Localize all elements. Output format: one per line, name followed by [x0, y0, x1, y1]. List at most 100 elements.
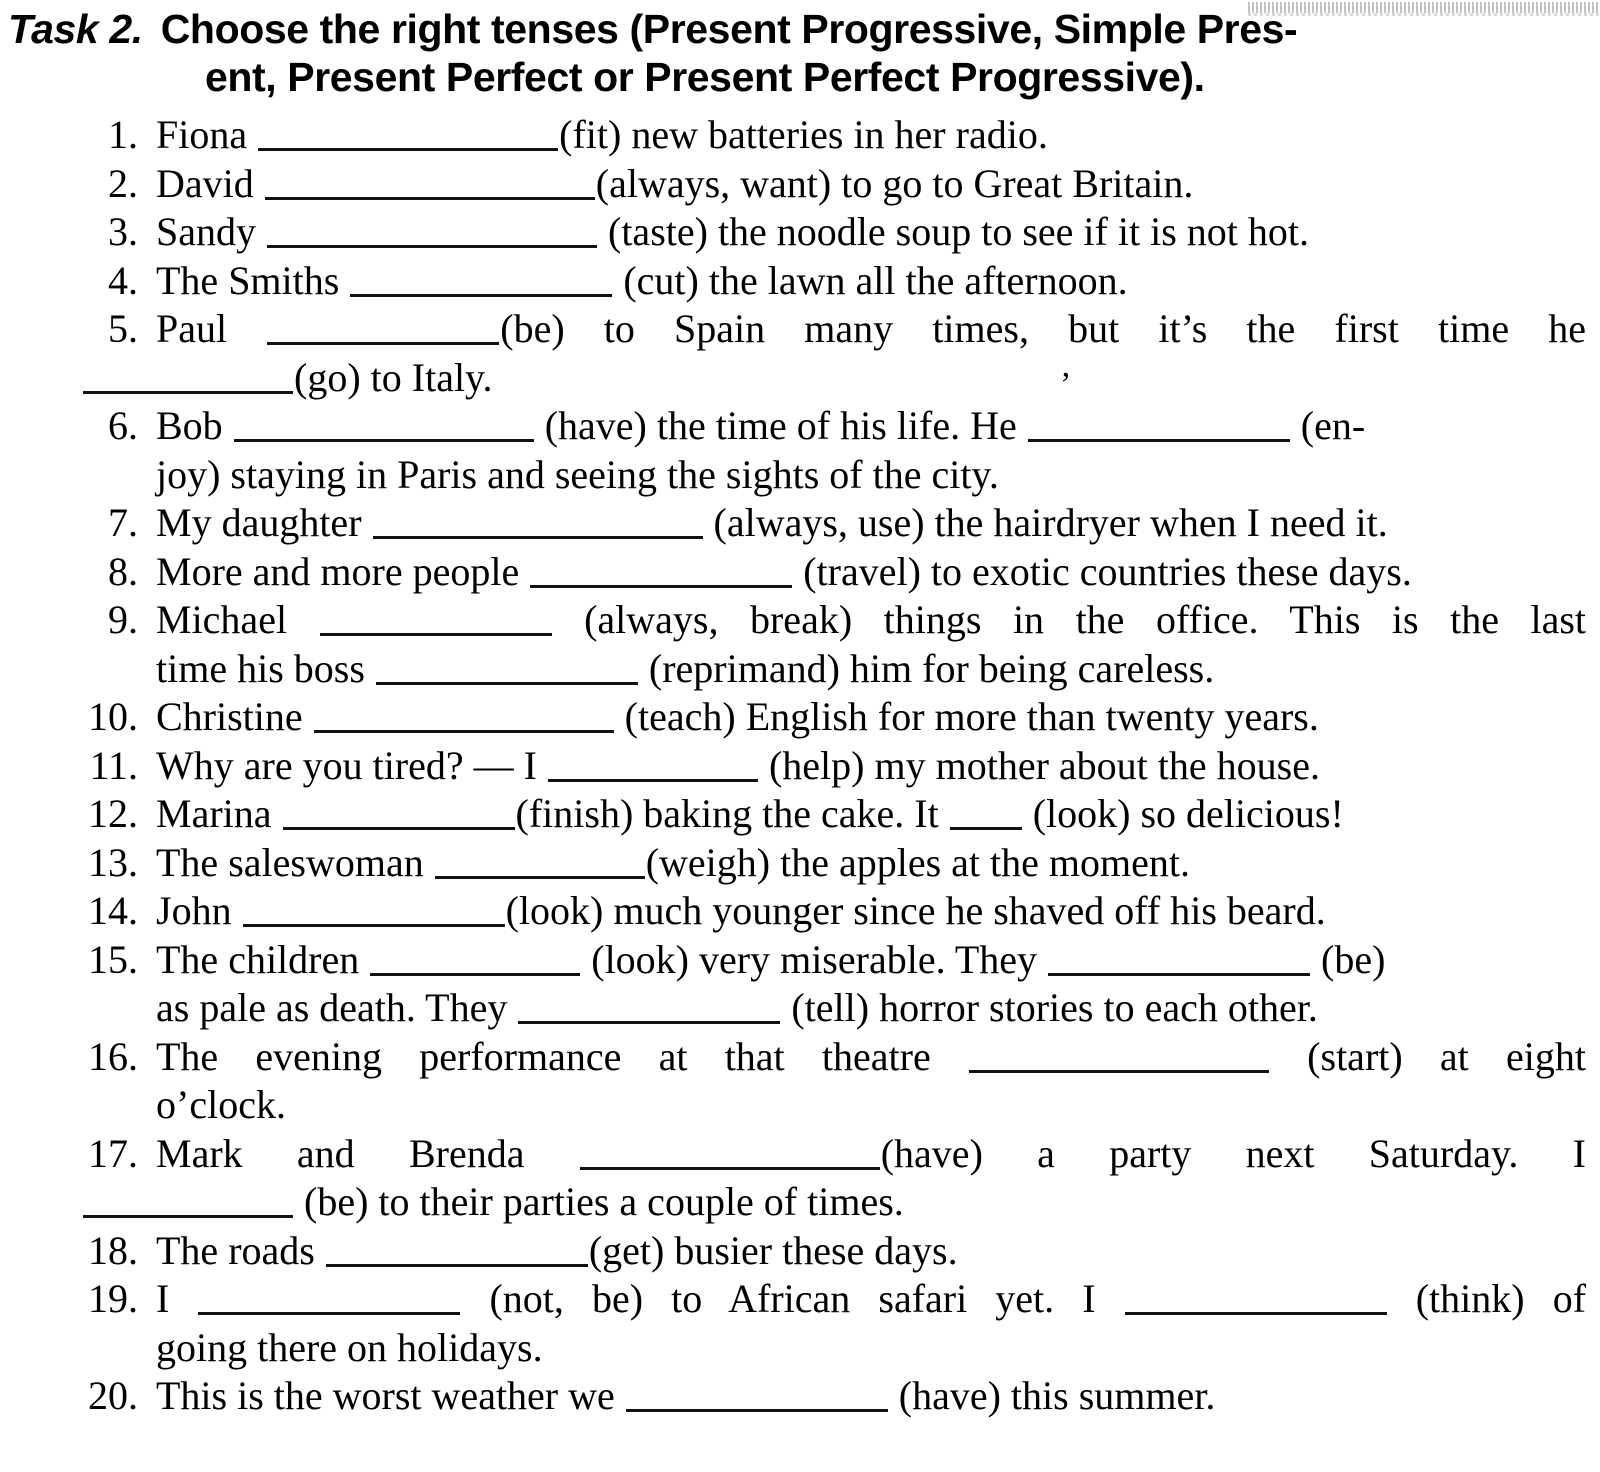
answer-blank[interactable] — [325, 1234, 588, 1267]
answer-blank[interactable] — [1027, 409, 1290, 442]
answer-blank[interactable] — [968, 1040, 1269, 1073]
sentence-text: This is the worst weather we — [156, 1373, 625, 1418]
sentence-text: (look) so delicious! — [1022, 791, 1344, 836]
task-title-line1: Choose the right tenses (Present Progres… — [160, 6, 1298, 52]
item-number: 5. — [108, 306, 138, 351]
sentence-text: (travel) to exotic countries these days. — [793, 548, 1412, 594]
answer-blank[interactable] — [313, 700, 614, 733]
item-number: 12. — [88, 791, 138, 836]
answer-blank[interactable] — [579, 1137, 880, 1170]
answer-blank[interactable] — [949, 797, 1022, 830]
sentence-text: Michael — [156, 597, 319, 642]
item-body: John (look) much younger since he shaved… — [156, 887, 1586, 936]
answer-blank[interactable] — [83, 361, 293, 394]
sentence-text: (start) at eight — [1269, 1033, 1587, 1079]
exercise-item: 11. Why are you tired? — I (help) my moth… — [0, 742, 1600, 791]
answer-blank[interactable] — [282, 797, 515, 830]
answer-blank[interactable] — [625, 1379, 888, 1412]
answer-blank[interactable] — [547, 749, 758, 782]
exercise-item: 14. John (look) much younger since he sha… — [0, 887, 1600, 936]
sentence-text: Christine — [156, 694, 313, 739]
sentence-text: (get) busier these days. — [588, 1227, 958, 1273]
exercise-item: 13. The saleswoman (weigh) the apples at … — [0, 839, 1600, 888]
sentence-text: My daughter — [156, 500, 372, 545]
task-label: Task 2. — [8, 6, 143, 52]
sentence-text: Bob — [156, 403, 233, 448]
item-continuation-line: o’clock. — [156, 1081, 1586, 1130]
answer-blank[interactable] — [233, 409, 534, 442]
item-number: 19. — [88, 1276, 138, 1321]
item-line: The Smiths (cut) the lawn all the aftern… — [156, 257, 1586, 306]
item-line: The roads (get) busier these days. — [156, 1227, 1586, 1276]
sentence-text: (be) to Spain many times, but it’s the f… — [500, 306, 1586, 351]
sentence-text: (en- — [1290, 403, 1366, 448]
answer-blank[interactable] — [264, 167, 595, 200]
sentence-text: (finish) baking the cake. It — [515, 791, 949, 836]
item-body: This is the worst weather we (have) this… — [156, 1372, 1586, 1421]
sentence-text: Marina — [156, 791, 282, 836]
sentence-text: Paul — [156, 306, 267, 351]
exercise-item: 3. Sandy (taste) the noodle soup to see i… — [0, 208, 1600, 257]
exercise-item: 7. My daughter (always, use) the hairdrye… — [0, 499, 1600, 548]
item-body: The roads (get) busier these days. — [156, 1227, 1586, 1276]
answer-blank[interactable] — [1124, 1282, 1387, 1315]
answer-blank[interactable] — [375, 652, 638, 685]
sentence-text: The evening performance at that theatre — [156, 1033, 968, 1079]
item-body: Why are you tired? — I (help) my mother … — [156, 742, 1586, 791]
item-line: Marina (finish) baking the cake. It (loo… — [156, 790, 1586, 839]
item-number: 20. — [88, 1373, 138, 1418]
sentence-text: Sandy — [156, 209, 266, 254]
exercise-item: 9. Michael (always, break) things in the … — [0, 596, 1600, 693]
item-line: Bob (have) the time of his life. He (en- — [156, 402, 1586, 451]
item-number: 1. — [108, 112, 138, 157]
sentence-text: (always, break) things in the office. Th… — [552, 597, 1587, 642]
sentence-text: The saleswoman — [156, 839, 434, 885]
answer-blank[interactable] — [530, 555, 793, 588]
item-body: Michael (always, break) things in the of… — [156, 596, 1586, 693]
answer-blank[interactable] — [1048, 943, 1311, 976]
sentence-text: (tell) horror stories to each other. — [781, 985, 1318, 1030]
item-line: The evening performance at that theatre … — [156, 1033, 1586, 1082]
item-line: I (not, be) to African safari yet. I (th… — [156, 1275, 1586, 1324]
answer-blank[interactable] — [434, 846, 645, 879]
item-body: Mark and Brenda (have) a party next Satu… — [83, 1130, 1586, 1227]
sentence-text: (not, be) to African safari yet. I — [461, 1276, 1124, 1321]
sentence-text: (fit) new batteries in her radio. — [559, 112, 1048, 157]
sentence-text: Why are you tired? — I — [156, 742, 547, 788]
sentence-text: Mark and Brenda — [156, 1130, 579, 1176]
answer-blank[interactable] — [372, 506, 703, 539]
answer-blank[interactable] — [370, 943, 581, 976]
answer-blank[interactable] — [242, 894, 505, 927]
item-line: David (always, want) to go to Great Brit… — [156, 160, 1586, 209]
sentence-text: David — [156, 160, 264, 206]
sentence-text: (reprimand) him for being careless. — [638, 645, 1215, 691]
answer-blank[interactable] — [319, 603, 552, 636]
answer-blank[interactable] — [83, 1185, 293, 1218]
item-number: 3. — [108, 209, 138, 254]
exercise-item: 5. Paul (be) to Spain many times, but it’… — [0, 305, 1600, 402]
exercise-item: 19. I (not, be) to African safari yet. I … — [0, 1275, 1600, 1372]
sentence-text: (think) of — [1387, 1276, 1587, 1321]
sentence-text: More and more people — [156, 548, 530, 594]
item-line: Sandy (taste) the noodle soup to see if … — [156, 208, 1586, 257]
answer-blank[interactable] — [267, 312, 500, 345]
answer-blank[interactable] — [258, 118, 559, 151]
item-number: 2. — [108, 160, 138, 206]
exercise-item: 20. This is the worst weather we (have) t… — [0, 1372, 1600, 1421]
sentence-text: (look) very miserable. They — [581, 936, 1048, 982]
sentence-text: (taste) the noodle soup to see if it is … — [598, 209, 1309, 254]
item-number: 13. — [88, 839, 138, 885]
item-number: 11. — [89, 742, 138, 788]
answer-blank[interactable] — [350, 264, 613, 297]
scan-artifact-strip — [1248, 2, 1600, 16]
exercise-item: 8. More and more people (travel) to exoti… — [0, 548, 1600, 597]
item-body: Christine (teach) English for more than … — [156, 693, 1586, 742]
exercise-item: 18. The roads (get) busier these days. — [0, 1227, 1600, 1276]
answer-blank[interactable] — [198, 1282, 461, 1315]
exercise-item: 17. Mark and Brenda (have) a party next S… — [0, 1130, 1600, 1227]
answer-blank[interactable] — [518, 991, 781, 1024]
sentence-text: (cut) the lawn all the afternoon. — [613, 257, 1128, 303]
answer-blank[interactable] — [267, 215, 597, 248]
sentence-text: (weigh) the apples at the moment. — [645, 839, 1190, 885]
item-body: Marina (finish) baking the cake. It (loo… — [156, 790, 1586, 839]
